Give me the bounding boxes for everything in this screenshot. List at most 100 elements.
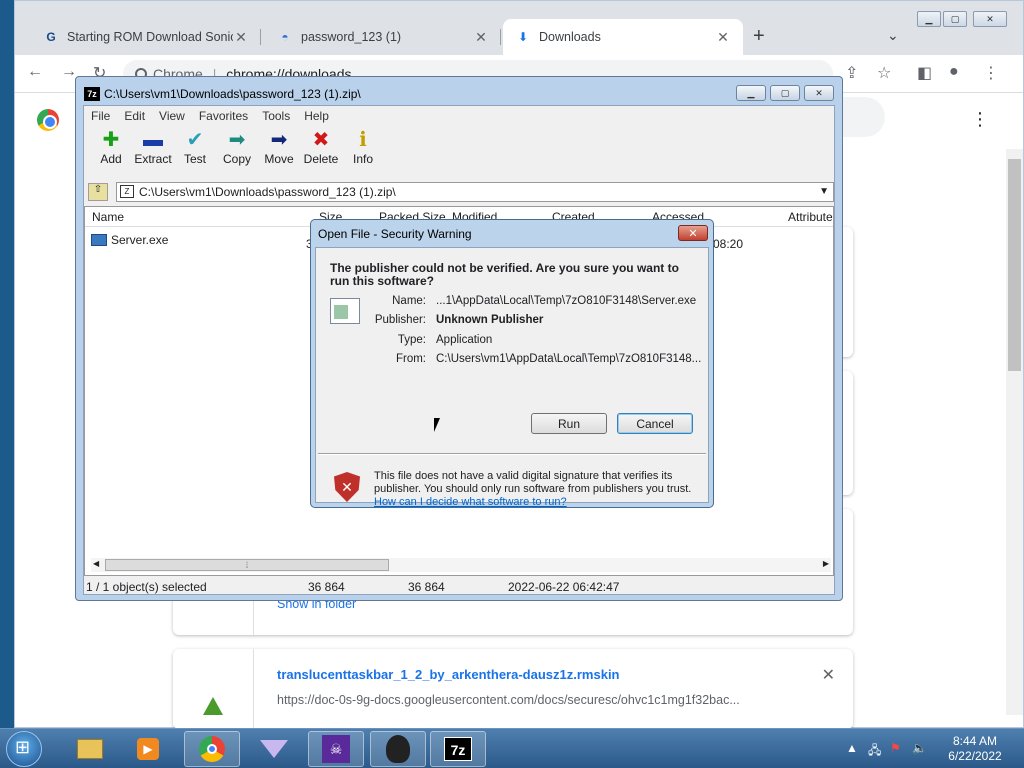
download-card-4: translucenttaskbar_1_2_by_arkenthera-dau…: [173, 649, 853, 729]
system-tray: ▲ 🖧 ⚑ 🔈 8:44 AM 6/22/2022: [840, 729, 1024, 768]
clock-time: 8:44 AM: [952, 734, 998, 748]
type-value: Application: [436, 334, 493, 346]
check-icon: ✔: [186, 129, 204, 151]
minimize-button[interactable]: ▁: [917, 11, 941, 27]
warning-text: This file does not have a valid digital …: [374, 470, 694, 509]
copy-arrow-icon: ➡: [228, 129, 246, 151]
tab-rom-download[interactable]: G Starting ROM Download Sonic Th ✕: [31, 19, 261, 55]
info-button[interactable]: ℹ Info: [342, 128, 384, 178]
close-window-button[interactable]: ✕: [804, 85, 834, 101]
from-label: From:: [395, 353, 426, 365]
tor-icon[interactable]: [370, 731, 426, 767]
remove-download-icon[interactable]: ✕: [822, 665, 835, 685]
side-panel-icon[interactable]: ◧: [917, 63, 932, 83]
maximize-button[interactable]: ▢: [943, 11, 967, 27]
menu-view[interactable]: View: [152, 106, 192, 126]
run-button[interactable]: Run: [531, 413, 607, 434]
file-icon: [203, 697, 223, 715]
plus-icon: ✚: [102, 129, 120, 151]
scrollbar-thumb[interactable]: [1008, 159, 1021, 371]
maximize-button[interactable]: ▢: [770, 85, 800, 101]
tool-label: Add: [100, 152, 122, 166]
dialog-question: The publisher could not be verified. Are…: [330, 261, 679, 288]
tool-label: Extract: [134, 152, 172, 166]
profile-icon[interactable]: ●: [949, 63, 959, 81]
bookmark-star-icon[interactable]: ☆: [877, 63, 891, 83]
copy-button[interactable]: ➡ Copy: [216, 128, 258, 178]
name-value: ...1\AppData\Local\Temp\7zO810F3148\Serv…: [436, 295, 697, 307]
share-icon[interactable]: ⇪: [845, 63, 858, 83]
toolbar: ✚ Add ▬ Extract ✔ Test ➡ Copy ➡ Move ✖ Delete …: [84, 128, 834, 178]
game-icon[interactable]: ☠: [308, 731, 364, 767]
help-link[interactable]: How can I decide what software to run?: [374, 496, 567, 508]
window-title: 7z C:\Users\vm1\Downloads\password_123 (…: [84, 87, 361, 101]
menu-help[interactable]: Help: [297, 106, 336, 126]
media-player-icon[interactable]: ▶: [120, 731, 176, 767]
zip-icon: Z: [120, 185, 134, 198]
column-attributes[interactable]: Attribute: [788, 210, 833, 224]
close-tab-icon[interactable]: ✕: [473, 29, 489, 46]
volume-icon[interactable]: 🔈: [912, 741, 927, 755]
chrome-logo-icon: [37, 109, 59, 131]
folder-up-button[interactable]: ⇧: [88, 183, 108, 201]
divider: [318, 453, 706, 455]
back-icon[interactable]: ←: [27, 63, 43, 81]
mouse-cursor-icon: [434, 418, 440, 432]
path-combobox[interactable]: Z C:\Users\vm1\Downloads\password_123 (1…: [116, 182, 834, 202]
tab-title: password_123 (1): [301, 30, 402, 44]
rainmeter-icon[interactable]: [246, 731, 302, 767]
chrome-icon[interactable]: [184, 731, 240, 767]
table-row[interactable]: Server.exe: [91, 233, 168, 247]
scrollbar-thumb[interactable]: ⦙: [105, 559, 389, 571]
menu-favorites[interactable]: Favorites: [192, 106, 255, 126]
test-button[interactable]: ✔ Test: [174, 128, 216, 178]
name-label: Name:: [392, 295, 426, 307]
tool-label: Copy: [222, 152, 251, 166]
chevron-down-icon[interactable]: ▼: [819, 183, 829, 201]
status-size: 36 864: [308, 580, 345, 594]
menu-kebab-icon[interactable]: ⋮: [983, 63, 999, 83]
scroll-right-icon[interactable]: ▶: [823, 559, 829, 568]
more-actions-icon[interactable]: ⋮: [971, 109, 989, 130]
chevron-down-icon[interactable]: ⌄: [887, 27, 899, 44]
close-dialog-button[interactable]: ✕: [678, 225, 708, 241]
clock[interactable]: 8:44 AM 6/22/2022: [940, 734, 1010, 764]
menu-file[interactable]: File: [84, 106, 117, 126]
7zip-icon[interactable]: 7z: [430, 731, 486, 767]
tab-strip: G Starting ROM Download Sonic Th ✕ ◓ pas…: [15, 1, 1023, 55]
tool-label: Move: [264, 152, 294, 166]
network-icon[interactable]: 🖧: [868, 741, 881, 762]
show-hidden-icons-icon[interactable]: ▲: [846, 741, 858, 755]
file-accessed-partial: 08:20: [713, 237, 744, 251]
scroll-left-icon[interactable]: ◀: [93, 559, 99, 568]
warning-message: This file does not have a valid digital …: [374, 470, 692, 495]
menu-tools[interactable]: Tools: [255, 106, 297, 126]
explorer-icon[interactable]: [62, 731, 118, 767]
page-scrollbar[interactable]: [1006, 149, 1023, 715]
tab-title: Downloads: [539, 30, 601, 44]
dialog-title: Open File - Security Warning: [318, 227, 472, 241]
close-window-button[interactable]: ✕: [973, 11, 1007, 27]
from-value: C:\Users\vm1\AppData\Local\Temp\7zO810F3…: [436, 353, 702, 365]
window-title-text: C:\Users\vm1\Downloads\password_123 (1).…: [104, 87, 361, 101]
menu-edit[interactable]: Edit: [117, 106, 152, 126]
tab-password-zip[interactable]: ◓ password_123 (1) ✕: [265, 19, 501, 55]
new-tab-icon[interactable]: +: [753, 25, 765, 48]
delete-button[interactable]: ✖ Delete: [300, 128, 342, 178]
status-packed: 36 864: [408, 580, 445, 594]
horizontal-scrollbar[interactable]: ◀ ⦙ ▶: [91, 558, 831, 572]
action-center-icon[interactable]: ⚑: [890, 741, 901, 755]
add-button[interactable]: ✚ Add: [90, 128, 132, 178]
download-file-name[interactable]: translucenttaskbar_1_2_by_arkenthera-dau…: [277, 667, 620, 682]
minimize-button[interactable]: ▁: [736, 85, 766, 101]
publisher-value: Unknown Publisher: [436, 314, 544, 326]
exe-file-icon: [91, 234, 107, 246]
cancel-button[interactable]: Cancel: [617, 413, 693, 434]
close-tab-icon[interactable]: ✕: [233, 29, 249, 46]
tab-downloads[interactable]: ⬇ Downloads ✕: [503, 19, 743, 55]
column-name[interactable]: Name: [92, 210, 124, 224]
move-button[interactable]: ➡ Move: [258, 128, 300, 178]
start-button[interactable]: [6, 731, 42, 767]
close-tab-icon[interactable]: ✕: [715, 29, 731, 46]
extract-button[interactable]: ▬ Extract: [132, 128, 174, 178]
